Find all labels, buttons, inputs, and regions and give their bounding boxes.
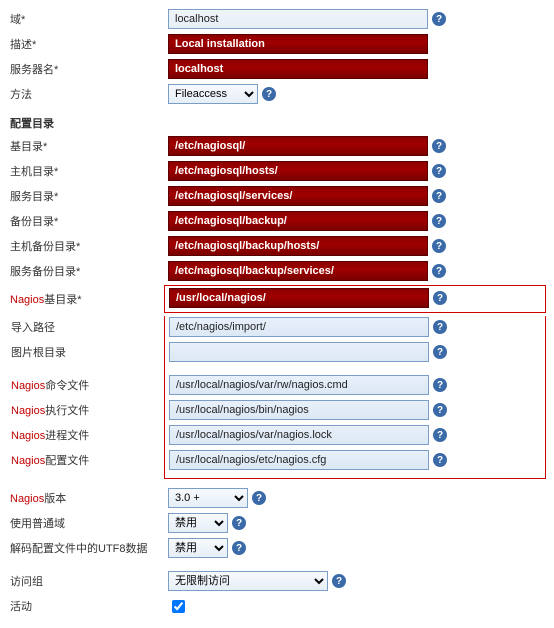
nagios-cmd-value[interactable]: /usr/local/nagios/var/rw/nagios.cmd — [169, 375, 429, 395]
common-domain-label: 使用普通域 — [8, 515, 168, 531]
import-path-label: 导入路径 — [9, 319, 169, 335]
server-value: localhost — [168, 59, 428, 79]
host-backup-dir-label: 主机备份目录* — [8, 238, 168, 254]
nagios-cmd-label: Nagios命令文件 — [9, 377, 169, 393]
help-icon[interactable]: ? — [232, 516, 246, 530]
help-icon[interactable]: ? — [252, 491, 266, 505]
access-group-select[interactable]: 无限制访问 — [168, 571, 328, 591]
nagios-base-dir-value: /usr/local/nagios/ — [169, 288, 429, 308]
help-icon[interactable]: ? — [433, 428, 447, 442]
nagios-version-label: Nagios版本 — [8, 490, 168, 506]
help-icon[interactable]: ? — [432, 264, 446, 278]
config-dir-heading: 配置目录 — [10, 115, 546, 131]
base-dir-label: 基目录* — [8, 138, 168, 154]
desc-value: Local installation — [168, 34, 428, 54]
nagios-base-dir-label: Nagios基目录* — [8, 291, 168, 307]
nagios-proc-label: Nagios进程文件 — [9, 427, 169, 443]
host-dir-value: /etc/nagiosql/hosts/ — [168, 161, 428, 181]
host-backup-dir-value: /etc/nagiosql/backup/hosts/ — [168, 236, 428, 256]
server-label: 服务器名* — [8, 61, 168, 77]
import-path-value[interactable]: /etc/nagios/import/ — [169, 317, 429, 337]
nagios-proc-value[interactable]: /usr/local/nagios/var/nagios.lock — [169, 425, 429, 445]
method-select[interactable]: Fileaccess — [168, 84, 258, 104]
nagios-exec-label: Nagios执行文件 — [9, 402, 169, 418]
service-backup-dir-label: 服务备份目录* — [8, 263, 168, 279]
help-icon[interactable]: ? — [262, 87, 276, 101]
nagios-exec-value[interactable]: /usr/local/nagios/bin/nagios — [169, 400, 429, 420]
help-icon[interactable]: ? — [433, 345, 447, 359]
nagios-version-select[interactable]: 3.0 + — [168, 488, 248, 508]
help-icon[interactable]: ? — [433, 320, 447, 334]
active-label: 活动 — [8, 598, 168, 614]
active-checkbox[interactable] — [172, 600, 185, 613]
service-dir-value: /etc/nagiosql/services/ — [168, 186, 428, 206]
domain-label: 域* — [8, 11, 168, 27]
help-icon[interactable]: ? — [232, 541, 246, 555]
service-dir-label: 服务目录* — [8, 188, 168, 204]
help-icon[interactable]: ? — [433, 378, 447, 392]
access-group-label: 访问组 — [8, 573, 168, 589]
common-domain-select[interactable]: 禁用 — [168, 513, 228, 533]
backup-dir-value: /etc/nagiosql/backup/ — [168, 211, 428, 231]
utf8-decode-select[interactable]: 禁用 — [168, 538, 228, 558]
nagios-cfg-value[interactable]: /usr/local/nagios/etc/nagios.cfg — [169, 450, 429, 470]
help-icon[interactable]: ? — [332, 574, 346, 588]
method-label: 方法 — [8, 86, 168, 102]
help-icon[interactable]: ? — [432, 189, 446, 203]
help-icon[interactable]: ? — [433, 453, 447, 467]
base-dir-value: /etc/nagiosql/ — [168, 136, 428, 156]
picture-root-label: 图片根目录 — [9, 344, 169, 360]
service-backup-dir-value: /etc/nagiosql/backup/services/ — [168, 261, 428, 281]
host-dir-label: 主机目录* — [8, 163, 168, 179]
help-icon[interactable]: ? — [432, 239, 446, 253]
help-icon[interactable]: ? — [433, 403, 447, 417]
help-icon[interactable]: ? — [432, 12, 446, 26]
help-icon[interactable]: ? — [432, 214, 446, 228]
help-icon[interactable]: ? — [432, 164, 446, 178]
backup-dir-label: 备份目录* — [8, 213, 168, 229]
picture-root-value[interactable] — [169, 342, 429, 362]
desc-label: 描述* — [8, 36, 168, 52]
help-icon[interactable]: ? — [433, 291, 447, 305]
utf8-decode-label: 解码配置文件中的UTF8数据 — [8, 540, 168, 556]
domain-input[interactable] — [168, 9, 428, 29]
nagios-cfg-label: Nagios配置文件 — [9, 452, 169, 468]
help-icon[interactable]: ? — [432, 139, 446, 153]
